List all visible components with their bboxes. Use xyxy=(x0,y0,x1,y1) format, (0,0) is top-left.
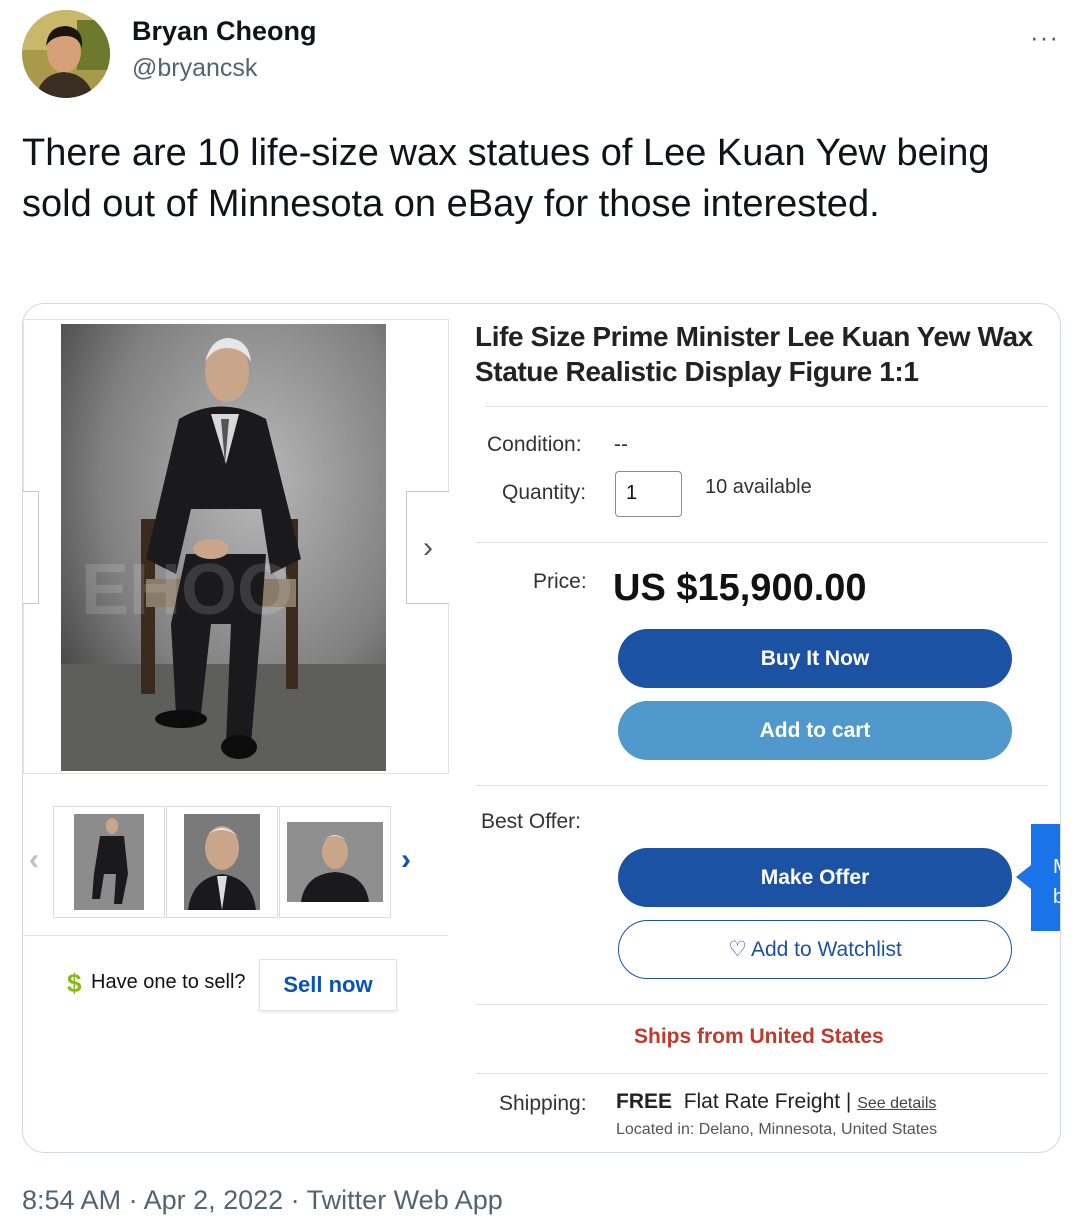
quantity-label: Quantity: xyxy=(502,481,587,504)
author-name[interactable]: Bryan Cheong xyxy=(132,16,317,47)
svg-text:EHOO: EHOO xyxy=(81,550,293,630)
have-one-to-sell-text: Have one to sell? xyxy=(91,971,246,993)
sell-now-button[interactable]: Sell now xyxy=(259,959,397,1011)
thumbs-prev-icon[interactable]: ‹ xyxy=(29,843,39,877)
thumbnail-3[interactable] xyxy=(279,806,391,918)
ships-from-text: Ships from United States xyxy=(634,1025,884,1048)
tweet-timestamp[interactable]: 8:54 AM · Apr 2, 2022 · Twitter Web App xyxy=(22,1185,503,1216)
shipping-free: FREE xyxy=(616,1090,673,1113)
add-to-watchlist-button[interactable]: ♡ Add to Watchlist xyxy=(618,920,1012,979)
attached-image[interactable]: EHOO › ‹ › $ Have one to sell? Sell now … xyxy=(22,303,1061,1153)
add-to-watchlist-label: Add to Watchlist xyxy=(750,937,902,961)
author-avatar[interactable] xyxy=(22,10,110,98)
condition-value: -- xyxy=(614,433,628,456)
dollar-icon: $ xyxy=(67,968,82,998)
available-count: 10 available xyxy=(705,476,812,498)
thumbnail-1[interactable] xyxy=(53,806,165,918)
add-to-cart-button[interactable]: Add to cart xyxy=(618,701,1012,760)
item-title: Life Size Prime Minister Lee Kuan Yew Wa… xyxy=(475,321,1033,387)
divider xyxy=(23,935,448,936)
prev-image-tab[interactable] xyxy=(23,491,39,604)
tweet-text: There are 10 life-size wax statues of Le… xyxy=(22,132,990,225)
buy-it-now-button[interactable]: Buy It Now xyxy=(618,629,1012,688)
divider xyxy=(475,785,1047,786)
thumbnail-2[interactable] xyxy=(166,806,278,918)
author-handle[interactable]: @bryancsk xyxy=(132,54,257,83)
shipping-method: Flat Rate Freight | xyxy=(683,1090,852,1113)
chevron-right-icon: › xyxy=(423,530,433,564)
divider xyxy=(475,1004,1047,1005)
side-popover[interactable]: M b xyxy=(1031,824,1060,931)
next-image-button[interactable]: › xyxy=(406,491,449,604)
price-value: US $15,900.00 xyxy=(613,567,867,609)
quantity-input[interactable]: 1 xyxy=(615,471,682,517)
condition-label: Condition: xyxy=(487,433,582,456)
thumbs-next-icon[interactable]: › xyxy=(401,843,411,877)
more-options-icon[interactable]: ··· xyxy=(1030,22,1059,53)
make-offer-button[interactable]: Make Offer xyxy=(618,848,1012,907)
shipping-label: Shipping: xyxy=(499,1092,587,1115)
divider xyxy=(485,406,1047,407)
item-location: Located in: Delano, Minnesota, United St… xyxy=(616,1121,938,1138)
divider xyxy=(475,1073,1047,1074)
popover-pointer xyxy=(1016,865,1031,889)
shipping-value: FREE Flat Rate Freight | See details xyxy=(616,1090,936,1114)
see-details-link[interactable]: See details xyxy=(857,1095,936,1112)
statue-main-photo[interactable]: EHOO xyxy=(61,324,386,771)
best-offer-label: Best Offer: xyxy=(481,810,581,833)
divider xyxy=(475,542,1047,543)
price-label: Price: xyxy=(533,570,587,593)
heart-icon: ♡ xyxy=(728,938,747,961)
